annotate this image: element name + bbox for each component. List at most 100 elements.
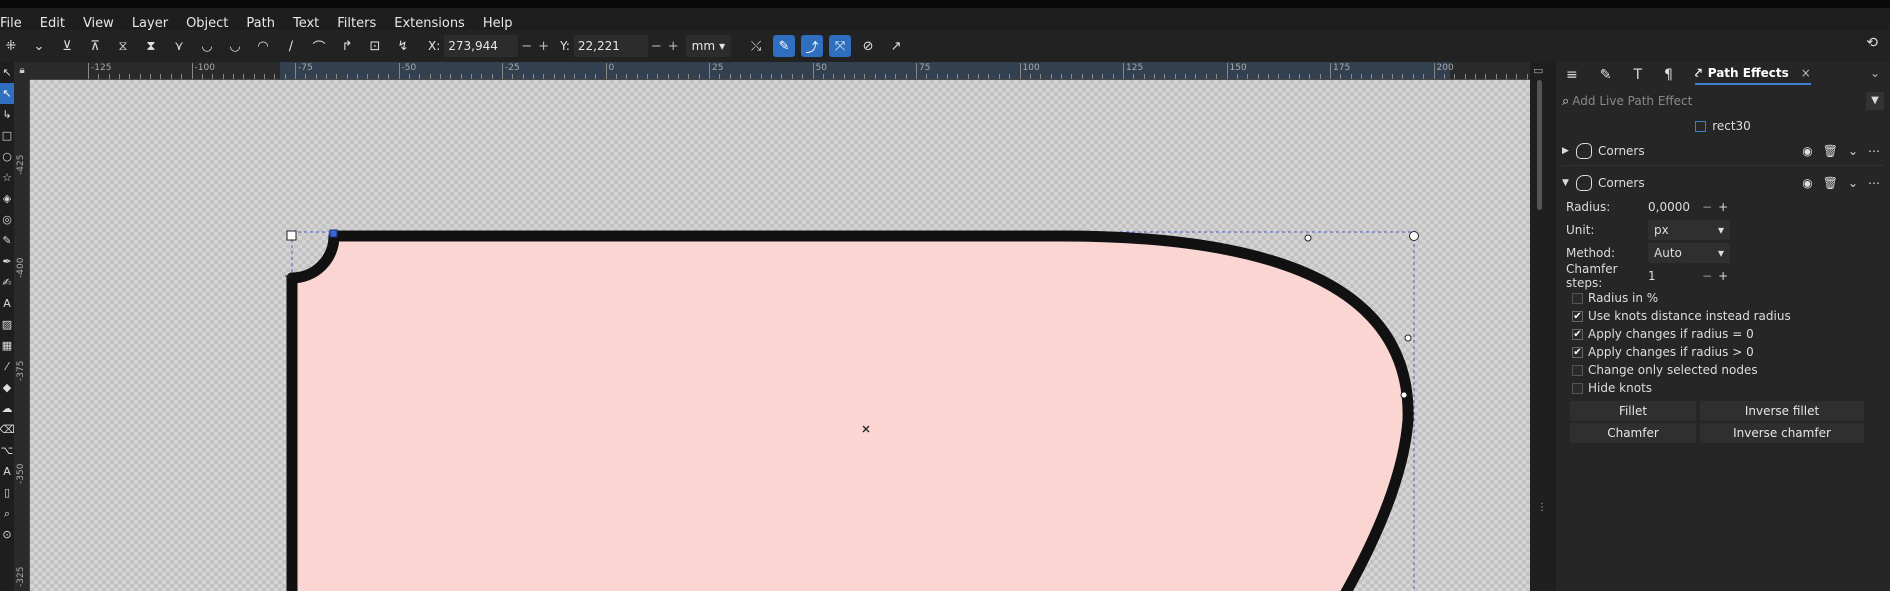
checkbox-row[interactable]: ✔ Apply changes if radius = 0 <box>1572 325 1890 343</box>
chamfer-steps-input[interactable]: 1 <box>1648 269 1698 283</box>
selected-node[interactable] <box>329 229 338 238</box>
node-cusp-icon[interactable]: ⋎ <box>168 35 190 57</box>
y-minus-button[interactable]: − <box>651 39 662 54</box>
corner-handle[interactable] <box>1409 231 1419 241</box>
visibility-eye-icon[interactable]: ◉ <box>1802 144 1812 158</box>
fill-stroke-tab-icon[interactable]: ✎ <box>1600 67 1612 83</box>
checkbox-checked[interactable]: ✔ <box>1572 328 1583 340</box>
chevron-down-icon[interactable]: ⌄ <box>1870 66 1880 80</box>
inverse-fillet-button[interactable]: Inverse fillet <box>1700 401 1864 421</box>
rect-tool-icon[interactable]: □ <box>2 125 12 146</box>
node-tool-icon[interactable]: ↖ <box>0 83 14 104</box>
pan-tool-icon[interactable]: ⊙ <box>2 524 11 545</box>
effect-item[interactable]: ▼ Corners ◉ 🗑︎ ⌄ ⋯ <box>1562 170 1884 195</box>
zoom-tool-icon[interactable]: ⌕ <box>4 503 10 524</box>
rect30-shape[interactable] <box>286 230 1414 591</box>
ellipse-tool-icon[interactable]: ○ <box>2 146 12 167</box>
pen-tool-icon[interactable]: ✒ <box>2 251 11 272</box>
drag-handle-icon[interactable]: ⋯ <box>1868 144 1880 158</box>
menu-filters[interactable]: Filters <box>328 16 385 31</box>
delete-trash-icon[interactable]: 🗑︎ <box>1823 176 1838 190</box>
radius-stepper[interactable]: − + <box>1702 200 1728 214</box>
menu-layer[interactable]: Layer <box>123 16 177 31</box>
connector-tool-icon[interactable]: ⌥ <box>1 440 14 461</box>
visibility-eye-icon[interactable]: ◉ <box>1802 176 1812 190</box>
show-handles-icon[interactable]: ⤴ <box>801 35 824 57</box>
object-to-path-icon[interactable]: ↱ <box>336 35 358 57</box>
method-dropdown[interactable]: Auto ▾ <box>1648 242 1730 263</box>
show-bbox-icon[interactable]: ⤧ <box>829 35 852 57</box>
text-tab-icon[interactable]: T <box>1633 67 1642 83</box>
menu-edit[interactable]: Edit <box>31 16 74 31</box>
checkbox-row[interactable]: Change only selected nodes <box>1572 361 1890 379</box>
drag-handle-icon[interactable]: ⋯ <box>1868 176 1880 190</box>
collapse-arrow-icon[interactable]: ▼ <box>1562 178 1572 188</box>
node-symmetric-icon[interactable]: ◡ <box>224 35 246 57</box>
segment-line-icon[interactable]: ∕ <box>280 35 302 57</box>
horizontal-ruler[interactable]: -125-100-75-50-2502550751001251501752002… <box>30 62 1530 80</box>
menu-help[interactable]: Help <box>474 16 522 31</box>
radius-input[interactable]: 0,0000 <box>1648 200 1698 214</box>
unit-select[interactable]: mm ▾ <box>685 35 732 57</box>
menu-view[interactable]: View <box>74 16 123 31</box>
pencil-tool-icon[interactable]: ✎ <box>2 230 11 251</box>
delete-segment-icon[interactable]: ⧗ <box>140 35 162 57</box>
dropdown-icon[interactable]: ⌄ <box>28 35 50 57</box>
y-plus-button[interactable]: + <box>668 39 679 54</box>
text-tool-icon[interactable]: A <box>3 293 11 314</box>
tweak-tool-icon[interactable]: ↳ <box>2 104 11 125</box>
checkbox-row[interactable]: ✔ Apply changes if radius > 0 <box>1572 343 1890 361</box>
eraser-tool-icon[interactable]: ⌫ <box>0 419 15 440</box>
path-node[interactable] <box>1304 234 1312 242</box>
menu-path[interactable]: Path <box>237 16 284 31</box>
chamfer-button[interactable]: Chamfer <box>1570 423 1696 443</box>
display-mode-icon[interactable]: ▭ <box>1533 64 1543 77</box>
tab-path-effects[interactable]: ⤤ Path Effects × <box>1694 66 1811 85</box>
corner-handle[interactable] <box>286 230 297 241</box>
fillet-button[interactable]: Fillet <box>1570 401 1696 421</box>
checkbox-unchecked[interactable] <box>1572 382 1583 394</box>
checkbox-row[interactable]: Radius in % <box>1572 289 1890 307</box>
chamfer-steps-stepper[interactable]: − + <box>1702 269 1728 283</box>
checkbox-row[interactable]: Hide knots <box>1572 379 1890 397</box>
panel-grip-icon[interactable]: ⋮ <box>1537 502 1547 513</box>
objects-tab-icon[interactable]: ≡ <box>1566 67 1578 83</box>
3d-box-tool-icon[interactable]: ◈ <box>3 188 11 209</box>
lpe-icon[interactable]: ↯ <box>392 35 414 57</box>
unit-dropdown[interactable]: px ▾ <box>1648 219 1730 240</box>
checkbox-row[interactable]: ✔ Use knots distance instead radius <box>1572 307 1890 325</box>
path-node[interactable] <box>1404 334 1412 342</box>
checkbox-unchecked[interactable] <box>1572 364 1583 376</box>
node-smooth-icon[interactable]: ◡ <box>196 35 218 57</box>
join-segment-icon[interactable]: ⧖ <box>112 35 134 57</box>
guide-lock-icon[interactable]: 🔒︎ <box>14 62 30 80</box>
checkbox-checked[interactable]: ✔ <box>1572 310 1583 322</box>
spray-tool-icon[interactable]: ☁ <box>2 398 13 419</box>
paragraph-tab-icon[interactable]: ¶ <box>1664 67 1673 83</box>
expand-arrow-icon[interactable]: ▶ <box>1562 146 1572 156</box>
menu-file[interactable]: File <box>0 16 31 31</box>
gradient-tool-icon[interactable]: ▨ <box>2 314 12 335</box>
checkbox-unchecked[interactable] <box>1572 292 1583 304</box>
menu-object[interactable]: Object <box>177 16 237 31</box>
node-auto-icon[interactable]: ◠ <box>252 35 274 57</box>
inverse-chamfer-button[interactable]: Inverse chamfer <box>1700 423 1864 443</box>
x-minus-button[interactable]: − <box>521 39 532 54</box>
stroke-to-path-icon[interactable]: ⊡ <box>364 35 386 57</box>
canvas[interactable] <box>30 80 1530 591</box>
effect-menu-chevron-icon[interactable]: ⌄ <box>1848 144 1858 158</box>
effects-dropdown-icon[interactable]: ▼ <box>1866 92 1884 110</box>
effect-menu-chevron-icon[interactable]: ⌄ <box>1848 176 1858 190</box>
toggle-commands-icon[interactable]: ⟲ <box>1866 35 1878 51</box>
delete-trash-icon[interactable]: 🗑︎ <box>1823 144 1838 158</box>
measure-tool-icon[interactable]: A <box>3 461 11 482</box>
mesh-tool-icon[interactable]: ▦ <box>2 335 12 356</box>
show-transform-handles-icon[interactable]: ⤯ <box>745 35 767 57</box>
y-coordinate-input[interactable] <box>573 35 648 57</box>
scrollbar-thumb[interactable] <box>1537 80 1542 210</box>
edit-mask-icon[interactable]: ↗ <box>885 35 907 57</box>
dropper-tool-icon[interactable]: ⁄ <box>6 356 8 377</box>
vertical-ruler[interactable]: -425 -400 -375 -350 -325 <box>14 80 30 591</box>
x-coordinate-input[interactable] <box>444 35 519 57</box>
pages-tool-icon[interactable]: ▯ <box>4 482 10 503</box>
